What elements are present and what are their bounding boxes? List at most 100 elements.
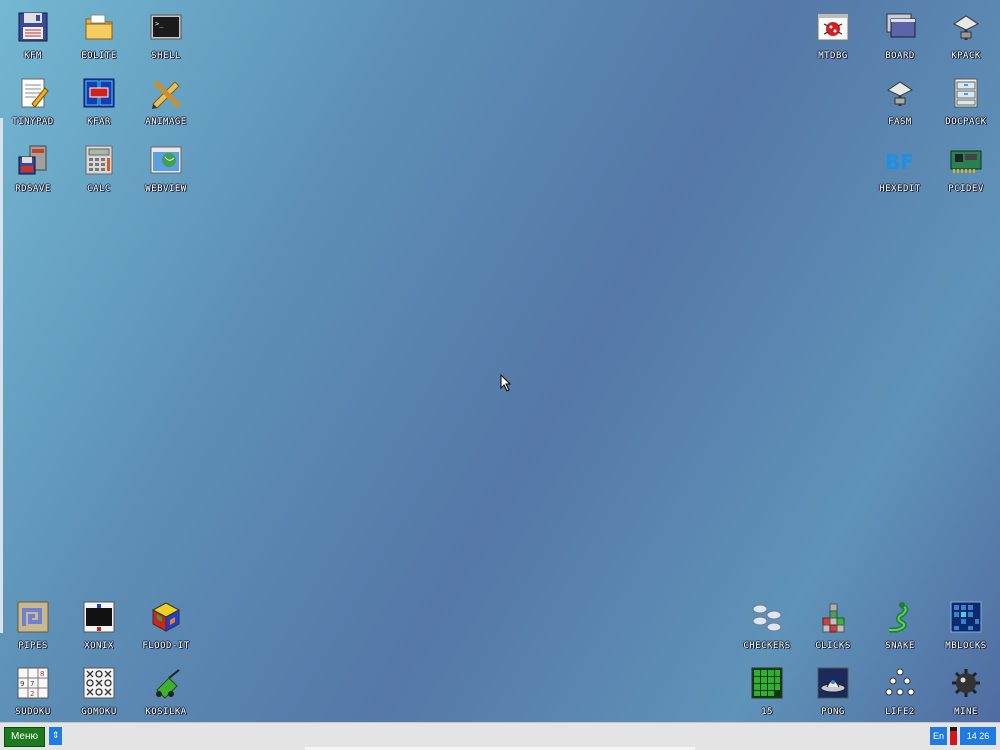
cube-icon bbox=[149, 600, 183, 634]
desktop-icon-mblocks[interactable]: MBLOCKS bbox=[933, 594, 999, 654]
desktop-icon-label: KPACK bbox=[951, 51, 981, 61]
cpu-load-meter bbox=[950, 727, 957, 745]
cpu-load-fill bbox=[950, 730, 957, 745]
desktop-icon-gomoku[interactable]: GOMOKU bbox=[66, 660, 132, 720]
desktop-icon-label: KOSILKA bbox=[145, 707, 187, 717]
desktop-icon-label: DOCPACK bbox=[945, 117, 987, 127]
desktop-icon-label: SUDOKU bbox=[15, 707, 51, 717]
taskbar: Меню ⇕ En 14 26 bbox=[0, 722, 1000, 750]
desktop-icon-15[interactable]: 15 bbox=[734, 660, 800, 720]
desktop-icon-label: ANIMAGE bbox=[145, 117, 187, 127]
mouse-pointer-icon bbox=[500, 374, 512, 392]
desktop-icon-label: 15 bbox=[761, 707, 773, 717]
floppy-disk-icon bbox=[16, 10, 50, 44]
desktop-icon-label: GOMOKU bbox=[81, 707, 117, 717]
desktop-icon-label: MBLOCKS bbox=[945, 641, 987, 651]
desktop-icon-label: CLICKS bbox=[815, 641, 851, 651]
sudoku-grid-icon: 8 97 2 bbox=[16, 666, 50, 700]
desktop-icon-label: PCIDEV bbox=[948, 184, 984, 194]
desktop-icon-pcidev[interactable]: PCIDEV bbox=[933, 137, 999, 197]
desktop-icon-label: FLOOD-IT bbox=[142, 641, 190, 651]
desktop-icon-label: PIPES bbox=[18, 641, 48, 651]
desktop-icon-label: KFM bbox=[24, 51, 42, 61]
desktop-icon-label: TINYPAD bbox=[12, 117, 54, 127]
desktop-icon-clicks[interactable]: CLICKS bbox=[800, 594, 866, 654]
desktop-icon-label: BOARD bbox=[885, 51, 915, 61]
desktop-icon-sudoku[interactable]: 8 97 2 SUDOKU bbox=[0, 660, 66, 720]
terminal-icon: >_ bbox=[149, 10, 183, 44]
clock[interactable]: 14 26 bbox=[960, 727, 996, 745]
xonix-game-icon bbox=[82, 600, 116, 634]
snake-icon bbox=[883, 600, 917, 634]
desktop-icon-mine[interactable]: MINE bbox=[933, 660, 999, 720]
life-cells-icon bbox=[883, 666, 917, 700]
desktop-icon-checkers[interactable]: CHECKERS bbox=[734, 594, 800, 654]
keyboard-layout-indicator[interactable]: En bbox=[930, 727, 947, 745]
assembler-icon bbox=[883, 76, 917, 110]
desktop-icon-label: SNAKE bbox=[885, 641, 915, 651]
desktop-icon-kfm[interactable]: KFM bbox=[0, 4, 66, 64]
desktop-icon-xonix[interactable]: XONIX bbox=[66, 594, 132, 654]
desktop-icon-life2[interactable]: LIFE2 bbox=[867, 660, 933, 720]
desktop-icon-label: MTDBG bbox=[818, 51, 848, 61]
window-switch-button[interactable]: ⇕ bbox=[49, 727, 62, 745]
file-manager-icon bbox=[82, 76, 116, 110]
hexedit-glyph-text: BF bbox=[885, 150, 914, 174]
desktop-icon-label: FASM bbox=[888, 117, 912, 127]
start-menu-button[interactable]: Меню bbox=[4, 727, 45, 747]
desktop-icon-label: XONIX bbox=[84, 641, 114, 651]
desktop-icon-pipes[interactable]: PIPES bbox=[0, 594, 66, 654]
desktop-icon-board[interactable]: BOARD bbox=[867, 4, 933, 64]
desktop-icon-label: EOLITE bbox=[81, 51, 117, 61]
desktop-icon-rdsave[interactable]: RDSAVE bbox=[0, 137, 66, 197]
blocks-stack-icon bbox=[816, 600, 850, 634]
pong-ufo-icon bbox=[816, 666, 850, 700]
desktop-icon-docpack[interactable]: DOCPACK bbox=[933, 70, 999, 130]
windows-board-icon bbox=[883, 10, 917, 44]
press-icon bbox=[949, 10, 983, 44]
lawnmower-icon bbox=[149, 666, 183, 700]
cabinet-icon bbox=[949, 76, 983, 110]
desktop-icon-label: PONG bbox=[821, 707, 845, 717]
desktop-icon-label: CALC bbox=[87, 184, 111, 194]
grid-tiles-icon bbox=[949, 600, 983, 634]
desktop-icon-label: WEBVIEW bbox=[145, 184, 187, 194]
pipes-game-icon bbox=[16, 600, 50, 634]
desktop-icon-webview[interactable]: WEBVIEW bbox=[133, 137, 199, 197]
desktop-icon-kosilka[interactable]: KOSILKA bbox=[133, 660, 199, 720]
desktop-icon-eolite[interactable]: EOLITE bbox=[66, 4, 132, 64]
calculator-icon bbox=[82, 143, 116, 177]
desktop-icon-mtdbg[interactable]: MTDBG bbox=[800, 4, 866, 64]
pencil-ruler-icon bbox=[149, 76, 183, 110]
desktop-icon-pong[interactable]: PONG bbox=[800, 660, 866, 720]
checkers-pieces-icon bbox=[750, 600, 784, 634]
desktop-icon-kfar[interactable]: KFAR bbox=[66, 70, 132, 130]
desktop-icon-label: MINE bbox=[954, 707, 978, 717]
folder-icon bbox=[82, 10, 116, 44]
svg-text:8: 8 bbox=[40, 670, 44, 678]
pci-card-icon bbox=[949, 143, 983, 177]
desktop-icon-shell[interactable]: >_ SHELL bbox=[133, 4, 199, 64]
fifteen-puzzle-icon bbox=[750, 666, 784, 700]
ramdisk-save-icon bbox=[16, 143, 50, 177]
desktop-icon-snake[interactable]: SNAKE bbox=[867, 594, 933, 654]
desktop-icon-hexedit[interactable]: BF HEXEDIT bbox=[867, 137, 933, 197]
desktop-icon-kpack[interactable]: KPACK bbox=[933, 4, 999, 64]
desktop-icon-animage[interactable]: ANIMAGE bbox=[133, 70, 199, 130]
desktop-icon-label: LIFE2 bbox=[885, 707, 915, 717]
debugger-bug-icon bbox=[816, 10, 850, 44]
desktop-icon-fasm[interactable]: FASM bbox=[867, 70, 933, 130]
globe-browser-icon bbox=[149, 143, 183, 177]
desktop-icon-label: CHECKERS bbox=[743, 641, 791, 651]
svg-text:2: 2 bbox=[30, 690, 34, 698]
desktop-icon-label: HEXEDIT bbox=[879, 184, 921, 194]
desktop-icon-tinypad[interactable]: TINYPAD bbox=[0, 70, 66, 130]
svg-text:>_: >_ bbox=[155, 20, 164, 28]
gomoku-board-icon bbox=[82, 666, 116, 700]
hex-editor-icon: BF bbox=[883, 143, 917, 177]
mine-icon bbox=[949, 666, 983, 700]
desktop-icon-label: KFAR bbox=[87, 117, 111, 127]
svg-text:7: 7 bbox=[30, 680, 34, 688]
desktop-icon-calc[interactable]: CALC bbox=[66, 137, 132, 197]
desktop-icon-floodit[interactable]: FLOOD-IT bbox=[133, 594, 199, 654]
